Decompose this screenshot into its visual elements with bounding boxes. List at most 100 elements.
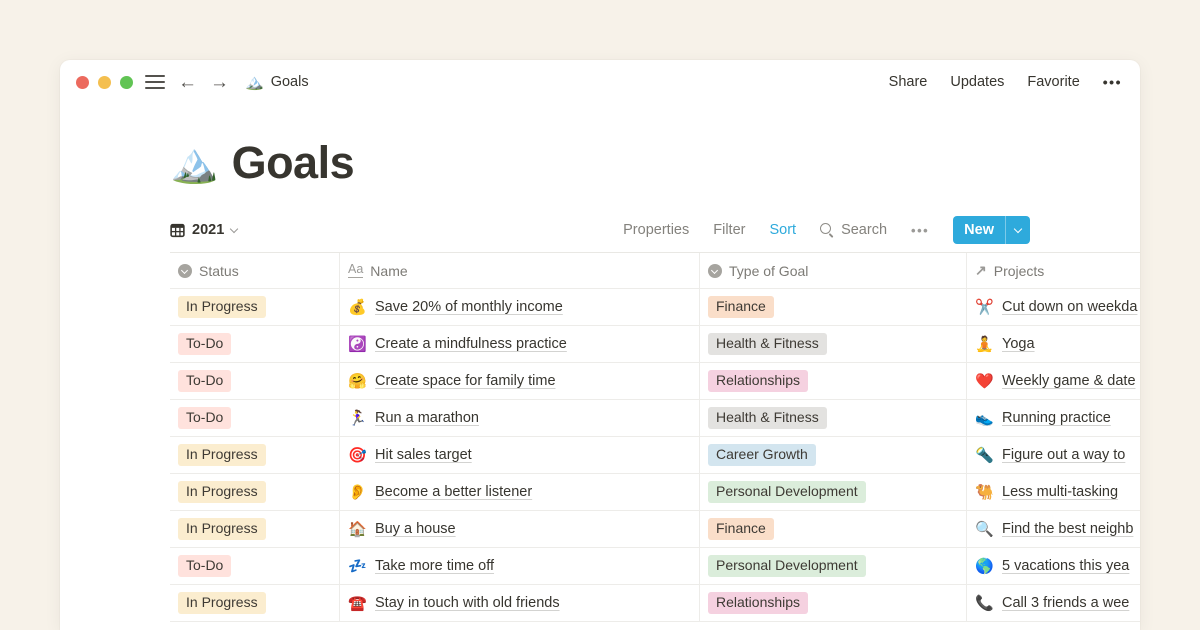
projects-cell[interactable]: 🐫 Less multi-tasking [967, 474, 1140, 510]
projects-cell[interactable]: 📞 Call 3 friends a wee [967, 585, 1140, 621]
more-options-icon[interactable]: ••• [1103, 74, 1122, 90]
view-selector[interactable]: 2021 [170, 222, 237, 238]
status-badge[interactable]: To-Do [178, 555, 231, 577]
status-badge[interactable]: To-Do [178, 370, 231, 392]
name-cell[interactable]: 🎯 Hit sales target [340, 437, 700, 473]
status-cell[interactable]: In Progress [170, 437, 340, 473]
goal-page-link[interactable]: Become a better listener [375, 484, 532, 500]
close-window-button[interactable] [76, 76, 89, 89]
type-of-goal-cell[interactable]: Health & Fitness [700, 326, 967, 362]
status-badge[interactable]: In Progress [178, 592, 266, 614]
type-of-goal-badge[interactable]: Relationships [708, 592, 808, 614]
status-cell[interactable]: To-Do [170, 326, 340, 362]
search-button[interactable]: Search [820, 222, 887, 238]
projects-cell[interactable]: 🌎 5 vacations this yea [967, 548, 1140, 584]
projects-cell[interactable]: 🔦 Figure out a way to [967, 437, 1140, 473]
type-of-goal-badge[interactable]: Finance [708, 296, 774, 318]
type-of-goal-cell[interactable]: Finance [700, 511, 967, 547]
column-header-projects[interactable]: ↗ Projects [967, 253, 1140, 288]
forward-arrow-icon[interactable]: → [210, 73, 229, 92]
column-header-name[interactable]: Aa Name [340, 253, 700, 288]
goal-page-link[interactable]: Stay in touch with old friends [375, 595, 560, 611]
page-title[interactable]: Goals [232, 137, 355, 189]
type-of-goal-badge[interactable]: Personal Development [708, 555, 866, 577]
status-cell[interactable]: In Progress [170, 585, 340, 621]
properties-button[interactable]: Properties [623, 222, 689, 238]
name-cell[interactable]: 💤 Take more time off [340, 548, 700, 584]
type-of-goal-badge[interactable]: Personal Development [708, 481, 866, 503]
name-cell[interactable]: ☯️ Create a mindfulness practice [340, 326, 700, 362]
status-badge[interactable]: In Progress [178, 481, 266, 503]
name-cell[interactable]: 💰 Save 20% of monthly income [340, 289, 700, 325]
goal-page-link[interactable]: Save 20% of monthly income [375, 299, 563, 315]
status-cell[interactable]: In Progress [170, 511, 340, 547]
project-page-link[interactable]: Cut down on weekda [1002, 299, 1137, 315]
type-of-goal-cell[interactable]: Finance [700, 289, 967, 325]
filter-button[interactable]: Filter [713, 222, 745, 238]
projects-cell[interactable]: 🧘 Yoga [967, 326, 1140, 362]
project-page-link[interactable]: 5 vacations this yea [1002, 558, 1129, 574]
status-badge[interactable]: In Progress [178, 518, 266, 540]
goal-page-link[interactable]: Hit sales target [375, 447, 472, 463]
projects-cell[interactable]: ❤️ Weekly game & date [967, 363, 1140, 399]
project-page-link[interactable]: Yoga [1002, 336, 1035, 352]
type-of-goal-cell[interactable]: Personal Development [700, 548, 967, 584]
type-of-goal-badge[interactable]: Career Growth [708, 444, 816, 466]
share-button[interactable]: Share [889, 74, 928, 90]
project-page-link[interactable]: Figure out a way to [1002, 447, 1125, 463]
favorite-button[interactable]: Favorite [1027, 74, 1079, 90]
name-cell[interactable]: 👂 Become a better listener [340, 474, 700, 510]
project-page-link[interactable]: Less multi-tasking [1002, 484, 1118, 500]
toolbar-more-icon[interactable]: ••• [911, 223, 929, 238]
zoom-window-button[interactable] [120, 76, 133, 89]
project-page-link[interactable]: Call 3 friends a wee [1002, 595, 1129, 611]
projects-cell[interactable]: 🔍 Find the best neighb [967, 511, 1140, 547]
name-cell[interactable]: 🏃‍♀️ Run a marathon [340, 400, 700, 436]
type-of-goal-cell[interactable]: Career Growth [700, 437, 967, 473]
sidebar-menu-icon[interactable] [145, 75, 165, 89]
type-of-goal-badge[interactable]: Finance [708, 518, 774, 540]
status-cell[interactable]: To-Do [170, 400, 340, 436]
goal-page-link[interactable]: Buy a house [375, 521, 456, 537]
status-badge[interactable]: To-Do [178, 333, 231, 355]
goal-page-link[interactable]: Create a mindfulness practice [375, 336, 567, 352]
status-cell[interactable]: To-Do [170, 363, 340, 399]
status-badge[interactable]: In Progress [178, 444, 266, 466]
breadcrumb[interactable]: 🏔️ Goals [245, 73, 309, 91]
goal-page-link[interactable]: Run a marathon [375, 410, 479, 426]
sort-button[interactable]: Sort [769, 222, 796, 238]
type-of-goal-badge[interactable]: Relationships [708, 370, 808, 392]
type-of-goal-cell[interactable]: Personal Development [700, 474, 967, 510]
type-of-goal-badge[interactable]: Health & Fitness [708, 333, 827, 355]
name-cell[interactable]: ☎️ Stay in touch with old friends [340, 585, 700, 621]
type-of-goal-cell[interactable]: Health & Fitness [700, 400, 967, 436]
new-button[interactable]: New [953, 216, 1030, 244]
status-badge[interactable]: To-Do [178, 407, 231, 429]
goal-page-link[interactable]: Take more time off [375, 558, 494, 574]
project-page-link[interactable]: Running practice [1002, 410, 1111, 426]
project-page-link[interactable]: Weekly game & date [1002, 373, 1136, 389]
status-cell[interactable]: In Progress [170, 289, 340, 325]
new-button-dropdown[interactable] [1005, 216, 1030, 244]
updates-button[interactable]: Updates [950, 74, 1004, 90]
back-arrow-icon[interactable]: ← [178, 73, 197, 92]
project-page-link[interactable]: Find the best neighb [1002, 521, 1133, 537]
table-row: In Progress 🏠 Buy a house Finance 🔍 Find… [170, 511, 1140, 548]
minimize-window-button[interactable] [98, 76, 111, 89]
type-of-goal-cell[interactable]: Relationships [700, 363, 967, 399]
type-of-goal-badge[interactable]: Health & Fitness [708, 407, 827, 429]
goal-page-link[interactable]: Create space for family time [375, 373, 556, 389]
column-header-type-of-goal[interactable]: Type of Goal [700, 253, 967, 288]
name-cell[interactable]: 🏠 Buy a house [340, 511, 700, 547]
column-header-status[interactable]: Status [170, 253, 340, 288]
select-property-icon [708, 264, 722, 278]
projects-cell[interactable]: ✂️ Cut down on weekda [967, 289, 1140, 325]
status-cell[interactable]: To-Do [170, 548, 340, 584]
type-of-goal-cell[interactable]: Relationships [700, 585, 967, 621]
new-button-label[interactable]: New [953, 216, 1005, 244]
projects-cell[interactable]: 👟 Running practice [967, 400, 1140, 436]
status-badge[interactable]: In Progress [178, 296, 266, 318]
page-icon-mountain[interactable]: 🏔️ [170, 144, 219, 183]
status-cell[interactable]: In Progress [170, 474, 340, 510]
name-cell[interactable]: 🤗 Create space for family time [340, 363, 700, 399]
